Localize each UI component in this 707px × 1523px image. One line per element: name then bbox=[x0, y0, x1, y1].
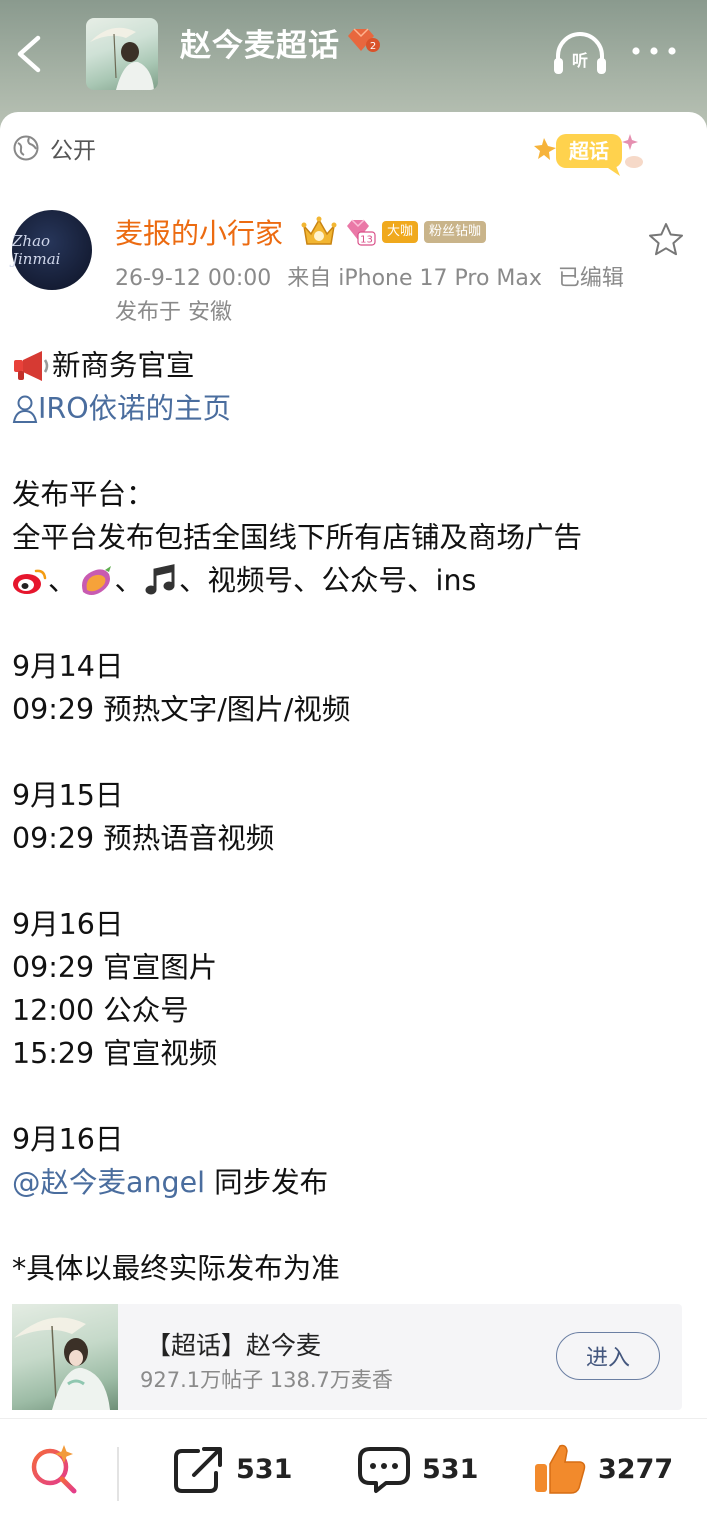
separator: 、 bbox=[48, 564, 77, 597]
visibility-label: 公开 bbox=[50, 138, 96, 164]
super-topic-sticker-icon[interactable]: 超话 bbox=[530, 124, 650, 180]
globe-icon bbox=[13, 135, 39, 161]
schedule-item: 12:00 公众号 bbox=[12, 994, 189, 1027]
schedule-date: 9月14日 bbox=[12, 650, 124, 683]
page-title: 赵今麦超话 bbox=[180, 28, 340, 64]
search-button[interactable] bbox=[28, 1441, 80, 1497]
like-count: 3277 bbox=[598, 1453, 674, 1485]
platforms-line: 、 、 、视频号、公众号、ins bbox=[12, 559, 692, 602]
content-line: 新商务官宣 bbox=[12, 344, 692, 387]
post-content: 新商务官宣 IRO依诺的主页 发布平台： 全平台发布包括全国线下所有店铺及商场广… bbox=[12, 344, 692, 1290]
like-button[interactable]: 3277 bbox=[532, 1441, 673, 1497]
post-meta: 26-9-12 00:00 来自 iPhone 17 Pro Max 已编辑 bbox=[115, 260, 624, 292]
sparkle-search-icon bbox=[31, 1445, 77, 1494]
level-badge-icon: 2 bbox=[348, 28, 380, 52]
crown-icon bbox=[301, 216, 337, 245]
post-source: 来自 iPhone 17 Pro Max bbox=[287, 266, 542, 291]
enter-button[interactable]: 进入 bbox=[556, 1332, 660, 1380]
mention-link-text: IRO依诺的主页 bbox=[38, 392, 232, 425]
fan-tag: 粉丝钻咖 bbox=[424, 221, 487, 243]
repost-button[interactable]: 531 bbox=[172, 1441, 292, 1497]
post-headline: 新商务官宣 bbox=[52, 349, 195, 382]
back-arrow-icon[interactable] bbox=[12, 34, 48, 74]
music-note-icon bbox=[145, 563, 175, 594]
comment-count: 531 bbox=[422, 1453, 479, 1485]
avatar-text: Zhao Jinmai bbox=[12, 232, 61, 268]
sync-line: @赵今麦angel 同步发布 bbox=[12, 1161, 692, 1204]
megaphone-icon bbox=[14, 350, 49, 381]
content-line: 全平台发布包括全国线下所有店铺及商场广告 bbox=[12, 521, 583, 554]
schedule-item: 09:29 官宣图片 bbox=[12, 951, 218, 984]
svg-text:2: 2 bbox=[370, 41, 376, 52]
edited-label[interactable]: 已编辑 bbox=[558, 266, 624, 291]
listen-icon[interactable]: 听 bbox=[552, 32, 608, 76]
disclaimer-note: *具体以最终实际发布为准 bbox=[12, 1252, 340, 1285]
toolbar-divider bbox=[117, 1447, 119, 1501]
schedule-item: 09:29 预热语音视频 bbox=[12, 822, 275, 855]
super-topic-card[interactable]: 【超话】赵今麦 927.1万帖子 138.7万麦香 进入 bbox=[12, 1304, 682, 1410]
diamond-level-icon: 13 bbox=[347, 219, 376, 246]
thumbs-up-icon bbox=[535, 1444, 586, 1494]
sync-text: 同步发布 bbox=[205, 1166, 329, 1199]
schedule-item: 09:29 预热文字/图片/视频 bbox=[12, 693, 351, 726]
svg-text:13: 13 bbox=[360, 235, 373, 246]
content-line: 发布平台： bbox=[12, 478, 155, 511]
xiaohongshu-potato-icon bbox=[81, 565, 111, 595]
schedule-date: 9月16日 bbox=[12, 908, 124, 941]
comment-icon bbox=[358, 1447, 410, 1493]
topic-thumbnail[interactable] bbox=[86, 18, 158, 90]
svg-text:超话: 超话 bbox=[568, 139, 609, 163]
schedule-date: 9月16日 bbox=[12, 1123, 124, 1156]
weibo-icon bbox=[13, 569, 47, 594]
separator: 、 bbox=[114, 564, 144, 597]
super-topic-stats: 927.1万帖子 138.7万麦香 bbox=[140, 1368, 393, 1392]
more-options-icon[interactable] bbox=[630, 36, 678, 66]
repost-icon bbox=[174, 1447, 222, 1493]
svg-text:听: 听 bbox=[572, 51, 588, 70]
expert-tag: 大咖 bbox=[382, 221, 419, 243]
super-topic-title: 【超话】赵今麦 bbox=[146, 1331, 322, 1360]
author-badges: 13 大咖 粉丝钻咖 bbox=[300, 216, 487, 248]
visibility-indicator: 公开 bbox=[12, 132, 96, 164]
mention-link[interactable]: IRO依诺的主页 bbox=[12, 387, 692, 430]
repost-count: 531 bbox=[236, 1453, 293, 1485]
favorite-star-icon[interactable] bbox=[646, 220, 686, 260]
post-card: 公开 超话 Zhao Jinmai 麦报的小行家 13 大咖 粉丝钻咖 26-9… bbox=[0, 112, 707, 1522]
platforms-text: 、视频号、公众号、ins bbox=[179, 564, 477, 597]
schedule-date: 9月15日 bbox=[12, 779, 124, 812]
author-name[interactable]: 麦报的小行家 bbox=[115, 212, 283, 252]
post-time: 26-9-12 00:00 bbox=[115, 266, 272, 291]
post-location: 发布于 安徽 bbox=[115, 300, 232, 325]
person-icon bbox=[12, 395, 38, 423]
topic-header: 赵今麦超话 2 听 bbox=[0, 0, 707, 130]
author-avatar[interactable]: Zhao Jinmai bbox=[12, 210, 92, 290]
super-topic-image bbox=[12, 1304, 118, 1410]
user-mention-link[interactable]: @赵今麦angel bbox=[12, 1161, 205, 1204]
comment-button[interactable]: 531 bbox=[356, 1441, 478, 1497]
schedule-item: 15:29 官宣视频 bbox=[12, 1037, 218, 1070]
bottom-toolbar: 531 531 3277 bbox=[0, 1418, 707, 1523]
